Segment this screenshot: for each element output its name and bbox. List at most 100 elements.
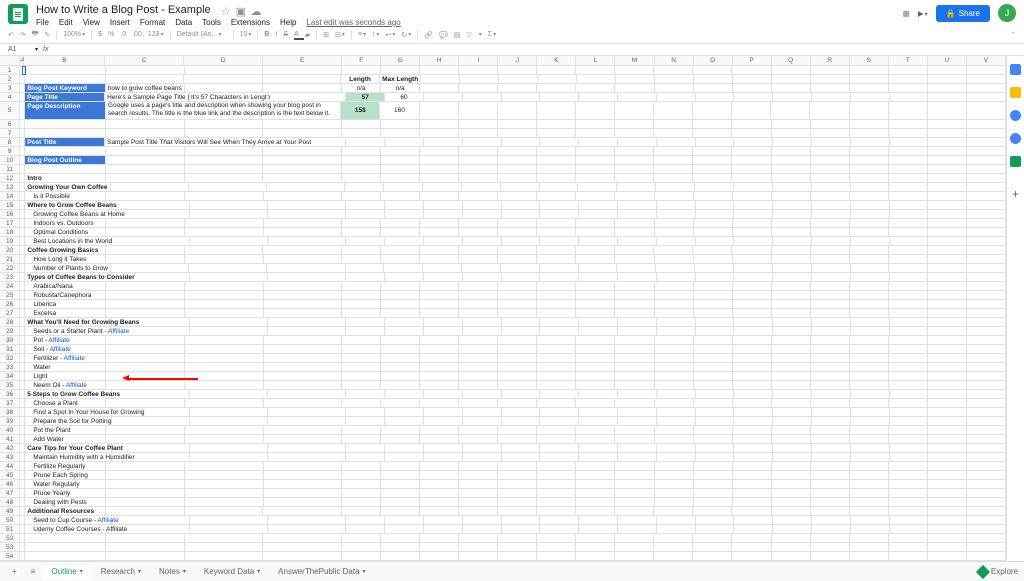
cell-S[interactable]	[850, 255, 889, 264]
cell-L[interactable]	[576, 480, 615, 489]
cell-B[interactable]	[25, 66, 106, 75]
cell-K[interactable]	[540, 525, 579, 534]
cell-G[interactable]	[385, 453, 424, 462]
cell-F[interactable]	[342, 372, 381, 381]
strike-btn[interactable]: S	[283, 31, 288, 38]
menu-format[interactable]: Format	[140, 18, 165, 27]
cell-U[interactable]	[928, 462, 967, 471]
cell-G[interactable]	[381, 129, 420, 138]
cell-H[interactable]	[420, 471, 459, 480]
cell-P[interactable]	[733, 282, 772, 291]
cell-T[interactable]	[889, 336, 928, 345]
outline-item[interactable]: Types of Coffee Beans to Consider	[25, 273, 112, 282]
cell-O[interactable]	[694, 426, 733, 435]
cell-N[interactable]	[657, 417, 696, 426]
cell-F[interactable]	[346, 264, 385, 273]
cell-D[interactable]	[185, 426, 264, 435]
cell-L[interactable]	[579, 93, 618, 102]
cell-M[interactable]	[615, 372, 654, 381]
cell-Q[interactable]	[772, 426, 811, 435]
cell-C[interactable]	[106, 480, 185, 489]
row-header-38[interactable]: 38	[0, 408, 20, 417]
cell-R[interactable]	[811, 381, 850, 390]
cell-T[interactable]	[889, 426, 928, 435]
cell-S[interactable]	[850, 291, 889, 300]
cell-C[interactable]	[106, 309, 185, 318]
cell-J[interactable]	[498, 66, 537, 75]
cell-T[interactable]	[890, 318, 929, 327]
cell-O[interactable]	[694, 309, 733, 318]
cell-M[interactable]	[615, 471, 654, 480]
cell-U[interactable]	[928, 318, 967, 327]
cell-T[interactable]	[889, 507, 928, 516]
cell-P[interactable]	[733, 300, 772, 309]
cell-S[interactable]	[850, 462, 889, 471]
cell-C[interactable]	[106, 66, 185, 75]
cell-Q[interactable]	[773, 237, 812, 246]
cell-R[interactable]	[812, 417, 851, 426]
cell-N[interactable]	[657, 318, 696, 327]
cell-P[interactable]	[733, 75, 772, 84]
cell-N[interactable]	[655, 363, 694, 372]
cell-P[interactable]	[734, 516, 773, 525]
cell-O[interactable]	[693, 507, 732, 516]
cell-J[interactable]	[502, 201, 541, 210]
cell-E[interactable]	[263, 246, 342, 255]
cell-C[interactable]	[106, 282, 185, 291]
cell-D[interactable]	[189, 264, 267, 273]
cell-P[interactable]	[732, 165, 771, 174]
cell-T[interactable]	[889, 372, 928, 381]
cell-M[interactable]	[615, 165, 654, 174]
cell-J[interactable]	[502, 417, 541, 426]
cell-D[interactable]	[190, 444, 268, 453]
cell-M[interactable]	[615, 246, 654, 255]
cell-O[interactable]	[694, 462, 733, 471]
row-header-53[interactable]: 53	[0, 543, 20, 552]
cell-H[interactable]	[420, 363, 459, 372]
cell-C[interactable]	[112, 453, 190, 462]
cell-E[interactable]	[263, 84, 342, 93]
cell-Q[interactable]	[772, 282, 811, 291]
cell-M[interactable]	[615, 147, 654, 156]
cell-D[interactable]	[190, 525, 268, 534]
col-header-O[interactable]: O	[694, 56, 733, 66]
row-header-8[interactable]: 8	[0, 138, 20, 147]
col-header-N[interactable]: N	[655, 56, 694, 66]
cell-O[interactable]	[696, 390, 735, 399]
menu-file[interactable]: File	[36, 18, 49, 27]
cell-R[interactable]	[812, 444, 851, 453]
cell-R[interactable]	[811, 336, 850, 345]
cell-R[interactable]	[812, 516, 851, 525]
cell-C[interactable]	[106, 228, 185, 237]
cell-C[interactable]	[106, 129, 185, 138]
cell-P[interactable]	[734, 318, 773, 327]
cell-Q[interactable]	[772, 534, 811, 543]
row-header-12[interactable]: 12	[0, 174, 20, 183]
row-header-31[interactable]: 31	[0, 345, 20, 354]
cell-S[interactable]	[850, 489, 889, 498]
cell-P[interactable]	[732, 543, 771, 552]
cell-H[interactable]	[424, 516, 463, 525]
cell-Q[interactable]	[772, 228, 811, 237]
cell-R[interactable]	[811, 399, 850, 408]
cell-T[interactable]	[889, 471, 928, 480]
italic-btn[interactable]: I	[275, 31, 277, 38]
row-header-16[interactable]: 16	[0, 210, 20, 219]
cell-S[interactable]	[850, 174, 889, 183]
cell-V[interactable]	[967, 372, 1006, 381]
explore-button[interactable]: Explore	[978, 567, 1018, 577]
cell-N[interactable]	[655, 228, 694, 237]
col-header-Q[interactable]: Q	[772, 56, 811, 66]
cell-D[interactable]	[185, 255, 264, 264]
cell-R[interactable]	[812, 93, 851, 102]
cell-B[interactable]	[25, 120, 106, 129]
cell-H[interactable]	[420, 426, 459, 435]
cell-J[interactable]	[502, 138, 541, 147]
cell-O[interactable]	[694, 381, 733, 390]
cell-C[interactable]	[106, 498, 185, 507]
cell-E[interactable]	[268, 516, 346, 525]
cell-F[interactable]	[346, 138, 385, 147]
cell-Q[interactable]	[773, 516, 812, 525]
cell-D[interactable]	[185, 354, 264, 363]
cell-D[interactable]	[185, 480, 264, 489]
